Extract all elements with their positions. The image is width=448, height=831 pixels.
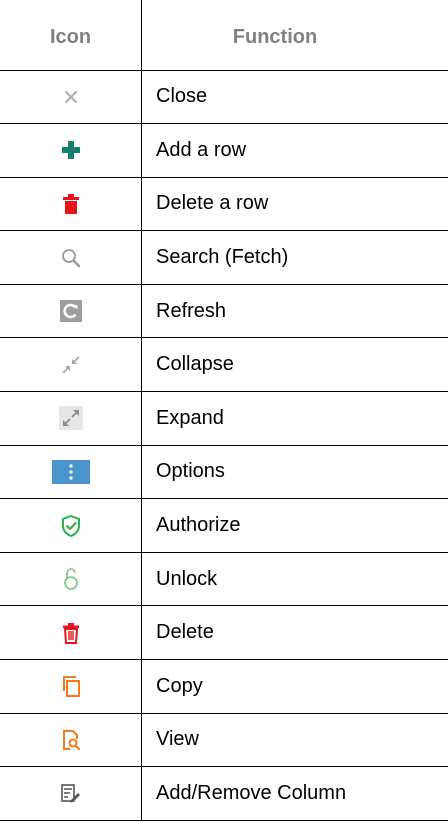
function-label: Add a row (141, 123, 448, 178)
icon-function-table-page: Icon Function Close Add a row Delete a r… (0, 0, 448, 831)
table-row: Delete a row (0, 177, 448, 232)
table-row: Collapse (0, 337, 448, 393)
table-row: Unlock (0, 552, 448, 607)
header-icon-column: Icon (0, 0, 142, 71)
close-icon (59, 85, 83, 109)
delete-icon (59, 621, 83, 645)
options-icon (51, 459, 90, 484)
expand-icon (58, 406, 83, 431)
function-label: Delete a row (141, 177, 448, 232)
table-row: Expand (0, 391, 448, 446)
function-label: Search (Fetch) (141, 230, 448, 285)
function-label: Refresh (141, 284, 448, 339)
view-icon (59, 728, 83, 752)
header-function-column: Function (141, 0, 448, 71)
authorize-icon (59, 514, 83, 538)
table-row: Add a row (0, 123, 448, 178)
search-icon (59, 246, 83, 270)
add-row-icon (59, 138, 83, 162)
function-label: Expand (141, 391, 448, 446)
collapse-icon (59, 353, 83, 377)
function-label: View (141, 713, 448, 768)
function-label: Unlock (141, 552, 448, 607)
function-label: Collapse (141, 337, 448, 393)
table-row: Copy (0, 659, 448, 714)
table-row: Search (Fetch) (0, 230, 448, 285)
table-row: Authorize (0, 498, 448, 553)
table-row: Delete (0, 605, 448, 661)
function-label: Add/Remove Column (141, 766, 448, 821)
table-row: Refresh (0, 284, 448, 339)
table-row: View (0, 713, 448, 768)
function-label: Delete (141, 605, 448, 661)
function-label: Authorize (141, 498, 448, 553)
table-header-row: Icon Function (0, 0, 448, 71)
function-label: Copy (141, 659, 448, 714)
function-label: Close (141, 70, 448, 125)
table-row: Add/Remove Column (0, 766, 448, 821)
unlock-icon (59, 567, 83, 591)
icon-function-table: Icon Function Close Add a row Delete a r… (0, 0, 448, 821)
delete-row-icon (59, 192, 83, 216)
copy-icon (59, 674, 83, 698)
function-label: Options (141, 445, 448, 500)
table-row: Close (0, 70, 448, 125)
refresh-icon (59, 299, 83, 323)
add-remove-column-icon (59, 782, 83, 806)
table-row: Options (0, 445, 448, 500)
